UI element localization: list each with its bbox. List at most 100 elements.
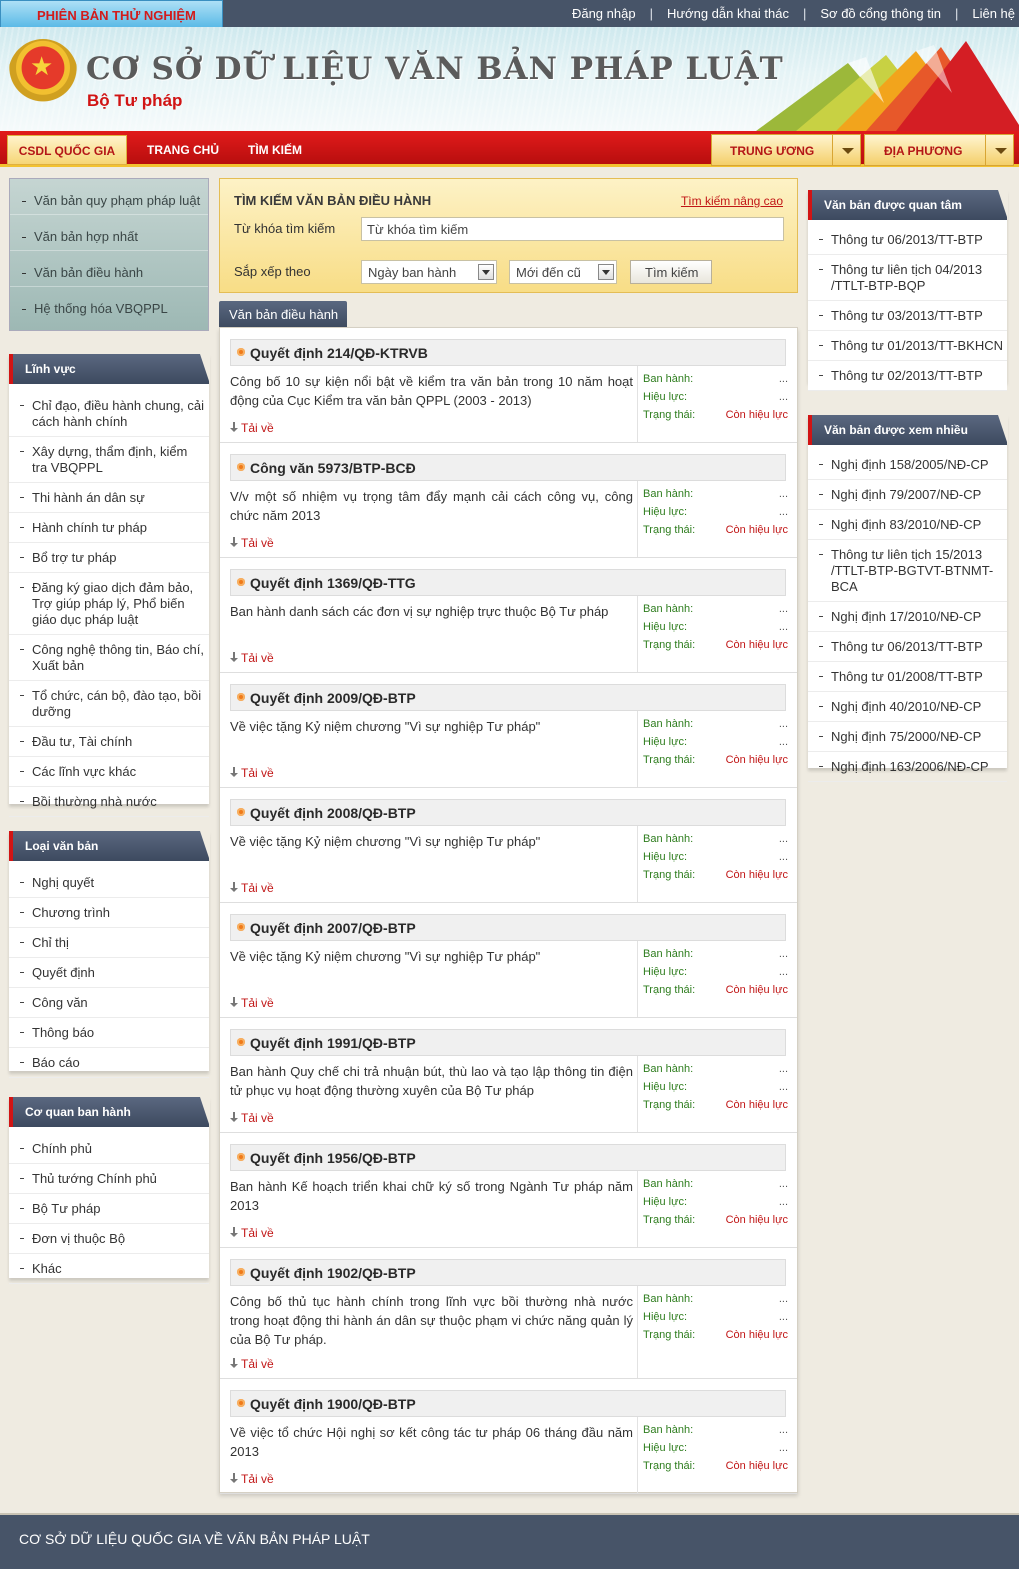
sitemap-link[interactable]: Sơ đồ cổng thông tin xyxy=(820,6,941,21)
issued-label: Ban hành: xyxy=(643,373,694,385)
list-item[interactable]: Thông tư 01/2008/TT-BTP xyxy=(808,662,1007,692)
chevron-down-icon[interactable] xyxy=(832,135,860,165)
list-item[interactable]: Nghị định 17/2010/NĐ-CP xyxy=(808,602,1007,632)
document-title-link[interactable]: Quyết định 2009/QĐ-BTP xyxy=(230,684,786,711)
document-title-link[interactable]: Quyết định 1956/QĐ-BTP xyxy=(230,1144,786,1171)
list-item[interactable]: Các lĩnh vực khác xyxy=(9,757,209,787)
document-title-link[interactable]: Quyết định 2007/QĐ-BTP xyxy=(230,914,786,941)
dropdown-dia-phuong-label: ĐỊA PHƯƠNG xyxy=(884,144,963,158)
document-title-link[interactable]: Quyết định 214/QĐ-KTRVB xyxy=(230,339,786,366)
list-item[interactable]: Công nghệ thông tin, Báo chí, Xuất bản xyxy=(9,635,209,681)
menu-item-he-thong-hoa[interactable]: Hệ thống hóa VBQPPL xyxy=(10,287,208,323)
effective-label: Hiệu lực: xyxy=(643,621,688,633)
document-title-link[interactable]: Quyết định 1369/QĐ-TTG xyxy=(230,569,786,596)
document-title-link[interactable]: Quyết định 1991/QĐ-BTP xyxy=(230,1029,786,1056)
list-item[interactable]: Nghị định 83/2010/NĐ-CP xyxy=(808,510,1007,540)
download-link[interactable]: Tải về xyxy=(230,1226,274,1240)
document-item: Quyết định 1991/QĐ-BTP Ban hành Quy chế c… xyxy=(220,1018,797,1133)
sort-by-select[interactable]: Ngày ban hành xyxy=(361,260,497,284)
document-description: Về việc tặng Kỷ niệm chương "Vì sự nghiệ… xyxy=(230,834,541,849)
tab-csdl-quoc-gia[interactable]: CSDL QUỐC GIA xyxy=(7,135,127,165)
list-item[interactable]: Bộ Tư pháp xyxy=(9,1194,209,1224)
national-emblem-icon[interactable]: ★ xyxy=(8,39,78,111)
download-link[interactable]: Tải về xyxy=(230,996,274,1010)
chevron-down-icon[interactable] xyxy=(478,264,494,280)
issued-value: ... xyxy=(778,1424,788,1436)
list-item[interactable]: Bổ trợ tư pháp xyxy=(9,543,209,573)
featured-list: Thông tư 06/2013/TT-BTP Thông tư liên tịc… xyxy=(808,220,1007,391)
list-item[interactable]: Nghị quyết xyxy=(9,868,209,898)
status-badge: Còn hiệu lực xyxy=(725,409,788,421)
download-icon xyxy=(230,1112,238,1123)
dropdown-trung-uong[interactable]: TRUNG ƯƠNG xyxy=(711,134,861,166)
download-link[interactable]: Tải về xyxy=(230,651,274,665)
list-item[interactable]: Thông tư 06/2013/TT-BTP xyxy=(808,632,1007,662)
issued-row: Ban hành:... xyxy=(643,833,788,845)
list-item[interactable]: Nghị định 75/2000/NĐ-CP xyxy=(808,722,1007,752)
list-item[interactable]: Công văn xyxy=(9,988,209,1018)
search-button[interactable]: Tìm kiếm xyxy=(630,260,712,284)
list-item[interactable]: Nghị định 40/2010/NĐ-CP xyxy=(808,692,1007,722)
list-item[interactable]: Thông báo xyxy=(9,1018,209,1048)
advanced-search-link[interactable]: Tìm kiếm nâng cao xyxy=(681,194,783,208)
tab-van-ban-dieu-hanh[interactable]: Văn bản điều hành xyxy=(219,301,347,328)
list-item[interactable]: Thông tư 02/2013/TT-BTP xyxy=(808,361,1007,391)
document-title-link[interactable]: Quyết định 1900/QĐ-BTP xyxy=(230,1390,786,1417)
field-list: Chỉ đạo, điều hành chung, cải cách hành … xyxy=(9,384,209,817)
login-link[interactable]: Đăng nhập xyxy=(572,6,636,21)
list-item[interactable]: Đăng ký giao dịch đảm bảo, Trợ giúp pháp… xyxy=(9,573,209,635)
list-item[interactable]: Hành chính tư pháp xyxy=(9,513,209,543)
list-item[interactable]: Nghị định 79/2007/NĐ-CP xyxy=(808,480,1007,510)
download-link[interactable]: Tải về xyxy=(230,881,274,895)
document-title-link[interactable]: Công văn 5973/BTP-BCĐ xyxy=(230,454,786,481)
chevron-down-icon[interactable] xyxy=(598,264,614,280)
list-item[interactable]: Bồi thường nhà nước xyxy=(9,787,209,817)
menu-item-van-ban-hop-nhat[interactable]: Văn bản hợp nhất xyxy=(10,215,208,251)
list-item[interactable]: Thông tư 01/2013/TT-BKHCN xyxy=(808,331,1007,361)
chevron-down-icon[interactable] xyxy=(985,135,1013,165)
list-item[interactable]: Chỉ đạo, điều hành chung, cải cách hành … xyxy=(9,391,209,437)
list-item[interactable]: Khác xyxy=(9,1254,209,1284)
list-item[interactable]: Đầu tư, Tài chính xyxy=(9,727,209,757)
download-link[interactable]: Tải về xyxy=(230,1111,274,1125)
download-link[interactable]: Tải về xyxy=(230,421,274,435)
document-title-link[interactable]: Quyết định 2008/QĐ-BTP xyxy=(230,799,786,826)
list-item[interactable]: Thông tư 03/2013/TT-BTP xyxy=(808,301,1007,331)
list-item[interactable]: Xây dựng, thẩm định, kiểm tra VBQPPL xyxy=(9,437,209,483)
effective-value: ... xyxy=(778,391,788,403)
menu-item-van-ban-dieu-hanh[interactable]: Văn bản điều hành xyxy=(10,251,208,287)
list-item[interactable]: Đơn vị thuộc Bộ xyxy=(9,1224,209,1254)
list-item[interactable]: Thủ tướng Chính phủ xyxy=(9,1164,209,1194)
list-item[interactable]: Thi hành án dân sự xyxy=(9,483,209,513)
tab-tim-kiem[interactable]: TÌM KIẾM xyxy=(248,135,302,165)
list-item[interactable]: Chính phủ xyxy=(9,1134,209,1164)
list-item[interactable]: Chương trình xyxy=(9,898,209,928)
contact-link[interactable]: Liên hệ xyxy=(972,6,1015,21)
download-link[interactable]: Tải về xyxy=(230,1357,274,1371)
menu-item-vbqppl[interactable]: Văn bản quy phạm pháp luật xyxy=(10,179,208,215)
status-row: Trạng thái: Còn hiệu lực xyxy=(643,754,788,766)
dropdown-dia-phuong[interactable]: ĐỊA PHƯƠNG xyxy=(864,134,1014,166)
document-title-link[interactable]: Quyết định 1902/QĐ-BTP xyxy=(230,1259,786,1286)
list-item[interactable]: Nghị định 163/2006/NĐ-CP xyxy=(808,752,1007,782)
list-item[interactable]: Tổ chức, cán bộ, đào tạo, bồi dưỡng xyxy=(9,681,209,727)
tab-trang-chu[interactable]: TRANG CHỦ xyxy=(147,135,219,165)
download-link[interactable]: Tải về xyxy=(230,1472,274,1486)
document-item: Quyết định 2009/QĐ-BTP Về việc tặng Kỷ ni… xyxy=(220,673,797,788)
document-item: Công văn 5973/BTP-BCĐ V/v một số nhiệm vụ… xyxy=(220,443,797,558)
list-item[interactable]: Thông tư liên tịch 15/2013 /TTLT-BTP-BGT… xyxy=(808,540,1007,602)
download-icon xyxy=(230,767,238,778)
list-item[interactable]: Chỉ thị xyxy=(9,928,209,958)
list-item[interactable]: Thông tư 06/2013/TT-BTP xyxy=(808,225,1007,255)
issued-row: Ban hành:... xyxy=(643,1178,788,1190)
list-item[interactable]: Báo cáo xyxy=(9,1048,209,1078)
download-link[interactable]: Tải về xyxy=(230,536,274,550)
sort-order-select[interactable]: Mới đến cũ xyxy=(509,260,617,284)
download-link[interactable]: Tải về xyxy=(230,766,274,780)
list-item[interactable]: Nghị định 158/2005/NĐ-CP xyxy=(808,450,1007,480)
usage-guide-link[interactable]: Hướng dẫn khai thác xyxy=(667,6,789,21)
list-item[interactable]: Thông tư liên tịch 04/2013 /TTLT-BTP-BQP xyxy=(808,255,1007,301)
keyword-input[interactable] xyxy=(361,217,784,241)
effective-row: Hiệu lực:... xyxy=(643,506,788,518)
list-item[interactable]: Quyết định xyxy=(9,958,209,988)
